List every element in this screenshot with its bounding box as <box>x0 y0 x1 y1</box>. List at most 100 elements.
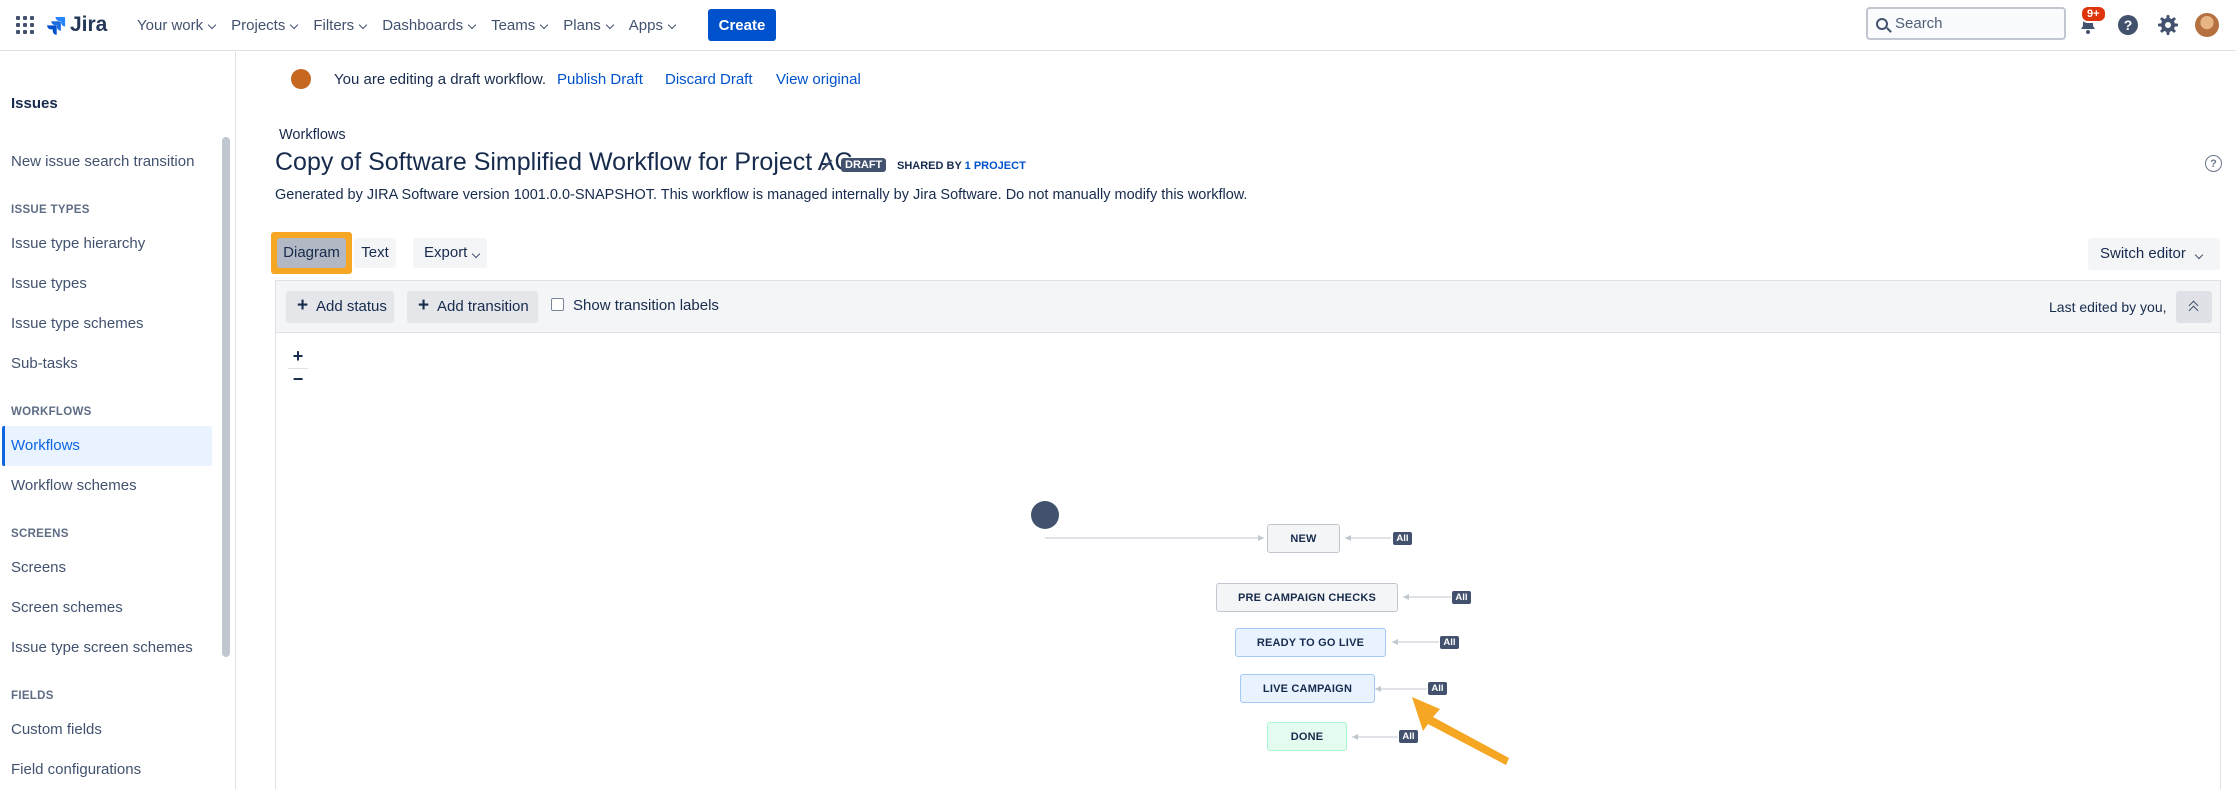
nav-label: Your work <box>137 17 204 34</box>
nav-label: Projects <box>231 17 286 34</box>
all-transition-tag[interactable]: All <box>1440 636 1459 649</box>
status-done[interactable]: DONE <box>1267 722 1347 751</box>
chevron-down-icon <box>605 20 615 29</box>
main-nav: Your work Projects Filters Dashboards Te… <box>129 14 683 38</box>
chevron-down-icon <box>290 20 299 29</box>
app-switcher-icon[interactable] <box>16 16 34 34</box>
sidebar-item-workflows[interactable]: Workflows <box>11 437 80 454</box>
annotation-arrow-icon <box>1412 697 1509 765</box>
chevron-down-icon <box>540 20 549 29</box>
sidebar-item-screens[interactable]: Screens <box>11 559 66 576</box>
shared-by-label: SHARED BY 1 PROJECT <box>897 160 1026 172</box>
nav-label: Filters <box>313 17 355 34</box>
all-arrowhead-precampaign <box>1403 594 1409 600</box>
show-transition-labels-label: Show transition labels <box>573 297 719 314</box>
sidebar-item-new-issue-search[interactable]: New issue search transition <box>11 153 194 170</box>
nav-label: Dashboards <box>382 17 464 34</box>
sidebar-item-sub-tasks[interactable]: Sub-tasks <box>11 355 78 372</box>
diagram-toolbar: Add status Add transition Show transitio… <box>276 281 2220 333</box>
all-arrowhead-live <box>1375 686 1381 692</box>
nav-plans[interactable]: Plans <box>555 14 621 38</box>
draft-status-icon <box>291 69 311 89</box>
sidebar-item-issue-type-screen-schemes[interactable]: Issue type screen schemes <box>11 639 193 656</box>
tab-diagram[interactable]: Diagram <box>277 238 346 268</box>
tab-text[interactable]: Text <box>354 238 396 268</box>
sidebar-section-issue-types: ISSUE TYPES <box>11 204 90 216</box>
all-transition-tag[interactable]: All <box>1428 682 1447 695</box>
nav-label: Apps <box>628 17 663 34</box>
sidebar-item-issue-types[interactable]: Issue types <box>11 275 87 292</box>
sidebar-item-issue-type-hierarchy[interactable]: Issue type hierarchy <box>11 235 145 252</box>
shared-by-text: SHARED BY <box>897 160 962 172</box>
workflow-description: Generated by JIRA Software version 1001.… <box>275 187 1248 203</box>
create-button[interactable]: Create <box>708 9 776 41</box>
transition-lines <box>1031 501 1509 765</box>
nav-teams[interactable]: Teams <box>483 14 555 38</box>
sidebar-item-workflow-schemes[interactable]: Workflow schemes <box>11 477 137 494</box>
sidebar-title: Issues <box>11 95 58 112</box>
nav-filters[interactable]: Filters <box>305 14 374 38</box>
publish-draft-link[interactable]: Publish Draft <box>557 71 643 88</box>
export-label: Export <box>424 244 468 261</box>
page-title: Copy of Software Simplified Workflow for… <box>275 148 853 176</box>
sidebar-scrollbar[interactable] <box>222 137 230 657</box>
nav-projects[interactable]: Projects <box>223 14 305 38</box>
chevron-down-icon <box>207 20 217 29</box>
add-transition-button[interactable]: Add transition <box>407 290 538 323</box>
sidebar: Issues New issue search transition ISSUE… <box>0 52 236 789</box>
settings-gear-icon[interactable] <box>2156 13 2180 37</box>
jira-logo-icon <box>47 17 66 35</box>
nav-label: Teams <box>491 17 536 34</box>
search-input[interactable] <box>1895 15 2045 32</box>
user-avatar[interactable] <box>2195 13 2219 37</box>
all-transition-tag[interactable]: All <box>1399 730 1418 743</box>
add-status-button[interactable]: Add status <box>286 290 394 323</box>
initial-state-dot <box>1031 501 1059 529</box>
last-edited-text: Last edited by you, <box>2049 299 2167 315</box>
chevron-down-icon <box>467 20 477 29</box>
tab-diagram-highlight: Diagram <box>271 232 352 274</box>
status-new[interactable]: NEW <box>1267 524 1340 553</box>
status-ready-to-go-live[interactable]: READY TO GO LIVE <box>1235 628 1386 657</box>
nav-apps[interactable]: Apps <box>621 14 683 38</box>
jira-logo-text: Jira <box>70 13 108 36</box>
sidebar-section-fields: FIELDS <box>11 690 54 702</box>
svg-text:?: ? <box>2124 17 2133 33</box>
breadcrumb[interactable]: Workflows <box>279 127 346 143</box>
chevron-down-icon <box>2194 250 2204 260</box>
help-question-icon[interactable]: ? <box>2205 155 2222 172</box>
workflow-canvas[interactable]: Add status Add transition Show transitio… <box>275 280 2221 789</box>
all-transition-tag[interactable]: All <box>1452 591 1471 604</box>
sidebar-section-workflows: WORKFLOWS <box>11 406 92 418</box>
draft-notice-bar: You are editing a draft workflow. Publis… <box>236 52 2236 108</box>
sidebar-item-screen-schemes[interactable]: Screen schemes <box>11 599 123 616</box>
status-live-campaign[interactable]: LIVE CAMPAIGN <box>1240 674 1375 703</box>
draft-message: You are editing a draft workflow. <box>334 71 547 88</box>
show-transition-labels-checkbox[interactable] <box>551 298 564 311</box>
discard-draft-link[interactable]: Discard Draft <box>665 71 753 88</box>
sidebar-item-field-configurations[interactable]: Field configurations <box>11 761 141 778</box>
nav-dashboards[interactable]: Dashboards <box>374 14 483 38</box>
chevron-down-icon <box>358 20 368 29</box>
edit-pencil-icon[interactable] <box>820 158 834 172</box>
status-pre-campaign-checks[interactable]: PRE CAMPAIGN CHECKS <box>1216 583 1398 612</box>
all-arrowhead-new <box>1345 535 1351 541</box>
jira-logo[interactable]: Jira <box>46 12 107 38</box>
export-dropdown[interactable]: Export <box>413 238 487 268</box>
sidebar-item-issue-type-schemes[interactable]: Issue type schemes <box>11 315 144 332</box>
nav-your-work[interactable]: Your work <box>129 14 223 38</box>
chevron-down-icon <box>472 249 481 259</box>
initial-arrowhead <box>1258 535 1264 541</box>
draft-badge: DRAFT <box>841 158 887 172</box>
search-box[interactable] <box>1866 7 2066 40</box>
collapse-chevron-up-icon[interactable] <box>2176 291 2212 323</box>
all-transition-tag[interactable]: All <box>1393 532 1412 545</box>
sidebar-section-screens: SCREENS <box>11 528 69 540</box>
help-icon[interactable]: ? <box>2116 13 2140 37</box>
all-arrowhead-done <box>1352 734 1358 740</box>
switch-editor-dropdown[interactable]: Switch editor <box>2088 238 2220 270</box>
shared-projects-link[interactable]: 1 PROJECT <box>965 160 1026 172</box>
view-original-link[interactable]: View original <box>776 71 861 88</box>
sidebar-item-custom-fields[interactable]: Custom fields <box>11 721 102 738</box>
notifications-badge: 9+ <box>2080 5 2107 23</box>
